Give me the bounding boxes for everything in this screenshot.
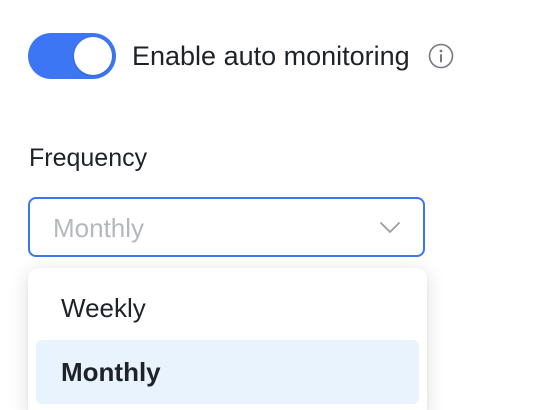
auto-monitoring-toggle[interactable] <box>28 33 116 79</box>
frequency-select[interactable]: Monthly <box>28 197 425 257</box>
frequency-label: Frequency <box>29 144 148 172</box>
settings-panel: Enable auto monitoring Frequency Monthly… <box>0 0 538 410</box>
auto-monitoring-label: Enable auto monitoring <box>132 41 410 71</box>
info-icon[interactable] <box>428 43 454 69</box>
frequency-select-value: Monthly <box>53 213 145 243</box>
frequency-dropdown-menu: Weekly Monthly <box>28 268 427 410</box>
frequency-option-weekly[interactable]: Weekly <box>36 276 419 340</box>
toggle-knob <box>74 37 112 75</box>
auto-monitoring-row: Enable auto monitoring <box>28 33 454 79</box>
frequency-option-monthly[interactable]: Monthly <box>36 340 419 404</box>
chevron-down-icon <box>379 218 401 238</box>
